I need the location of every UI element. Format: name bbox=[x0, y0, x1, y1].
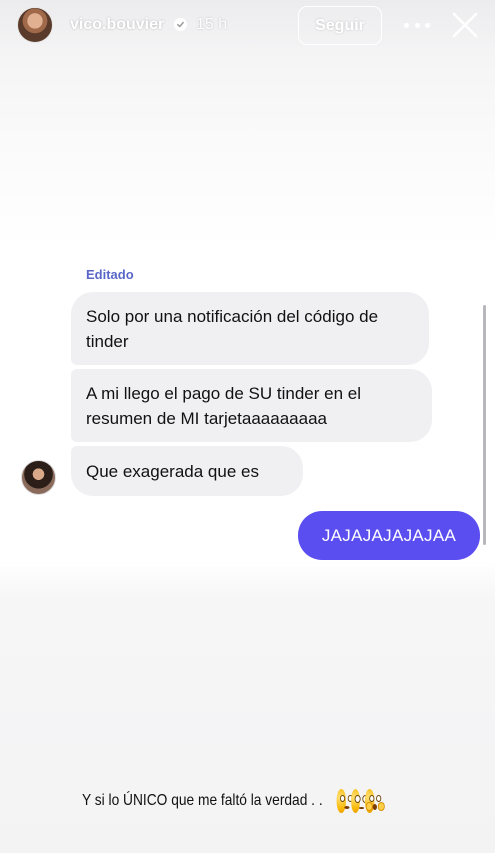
edited-label: Editado bbox=[86, 267, 134, 282]
close-icon[interactable] bbox=[451, 11, 479, 39]
incoming-message[interactable]: A mi llego el pago de SU tinder en el re… bbox=[71, 369, 432, 442]
flushed-face-icon bbox=[350, 789, 368, 813]
contact-avatar bbox=[21, 460, 56, 495]
avatar[interactable] bbox=[17, 7, 53, 43]
incoming-message[interactable]: Solo por una notificación del código de … bbox=[71, 292, 429, 365]
more-icon[interactable] bbox=[404, 16, 430, 34]
story-caption: Y si lo ÚNICO que me faltó la verdad . . bbox=[82, 787, 385, 815]
pleading-face-icon bbox=[336, 789, 353, 813]
story-viewer[interactable]: vico.bouvier 15 h Seguir Editado Solo po… bbox=[0, 0, 495, 853]
scrollbar[interactable] bbox=[483, 305, 486, 545]
shocked-face-icon bbox=[365, 789, 385, 813]
caption-text: Y si lo ÚNICO que me faltó la verdad . . bbox=[82, 792, 323, 809]
verified-badge-icon bbox=[174, 18, 187, 31]
outgoing-message[interactable]: JAJAJAJAJAJAA bbox=[298, 511, 480, 560]
story-header: vico.bouvier 15 h Seguir bbox=[0, 0, 495, 52]
follow-button[interactable]: Seguir bbox=[298, 6, 382, 45]
post-time: 15 h bbox=[196, 16, 228, 33]
incoming-message[interactable]: Que exagerada que es bbox=[71, 446, 303, 496]
username[interactable]: vico.bouvier bbox=[70, 16, 164, 34]
